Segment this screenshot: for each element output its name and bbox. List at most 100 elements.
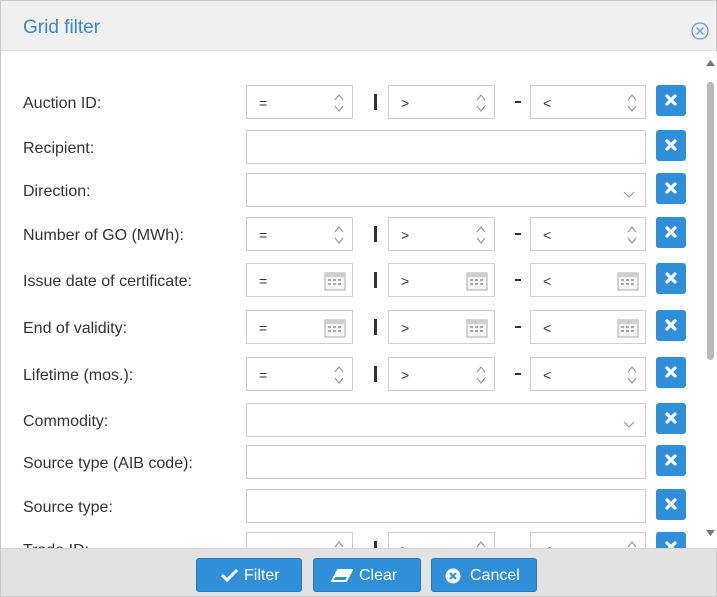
- operator-label: =: [259, 273, 268, 289]
- filter-row-label: Lifetime (mos.):: [23, 367, 134, 384]
- dialog-titlebar: Grid filter: [1, 1, 716, 51]
- filter-less-than-input[interactable]: <: [530, 217, 646, 251]
- operator-label: <: [543, 273, 552, 289]
- grid-filter-dialog: Grid filter Auction ID: = > < Recipient: Dire…: [0, 0, 717, 597]
- filter-text-input[interactable]: [246, 489, 646, 523]
- filter-equals-input[interactable]: =: [246, 263, 353, 297]
- spinner-arrows-icon[interactable]: [627, 364, 637, 386]
- scroll-up-icon[interactable]: [706, 60, 715, 66]
- range-separator-bar: [374, 366, 377, 382]
- filter-row: Direction:: [1, 173, 703, 213]
- chevron-down-icon: [623, 186, 635, 198]
- calendar-icon[interactable]: [617, 271, 639, 291]
- clear-row-button[interactable]: [656, 532, 686, 548]
- spinner-arrows-icon[interactable]: [627, 539, 637, 548]
- filter-equals-input[interactable]: =: [246, 532, 353, 548]
- operator-label: >: [401, 273, 410, 289]
- range-separator-bar: [374, 226, 377, 242]
- filter-equals-input[interactable]: =: [246, 85, 353, 119]
- filter-row-label: Auction ID:: [23, 95, 102, 112]
- cancel-button[interactable]: Cancel: [431, 558, 537, 592]
- filter-row: Auction ID: = > <: [1, 85, 703, 125]
- operator-label: <: [543, 95, 552, 111]
- filter-greater-than-input[interactable]: >: [388, 532, 495, 548]
- operator-label: =: [259, 367, 268, 383]
- filter-greater-than-input[interactable]: >: [388, 310, 495, 344]
- filter-greater-than-input[interactable]: >: [388, 357, 495, 391]
- spinner-arrows-icon[interactable]: [334, 364, 344, 386]
- range-separator-bar: [374, 94, 377, 110]
- range-separator-bar: [374, 319, 377, 335]
- filter-select[interactable]: [246, 173, 646, 207]
- operator-label: >: [401, 367, 410, 383]
- spinner-arrows-icon[interactable]: [334, 224, 344, 246]
- spinner-arrows-icon[interactable]: [476, 92, 486, 114]
- filter-button[interactable]: Filter: [196, 558, 302, 592]
- spinner-arrows-icon[interactable]: [627, 224, 637, 246]
- calendar-icon[interactable]: [324, 271, 346, 291]
- calendar-icon[interactable]: [324, 318, 346, 338]
- operator-label: >: [401, 227, 410, 243]
- range-separator-dash: [515, 373, 521, 375]
- filter-equals-input[interactable]: =: [246, 357, 353, 391]
- range-separator-dash: [515, 101, 521, 103]
- operator-label: <: [543, 367, 552, 383]
- spinner-arrows-icon[interactable]: [334, 539, 344, 548]
- calendar-icon[interactable]: [466, 318, 488, 338]
- close-circle-icon[interactable]: [690, 21, 710, 41]
- vertical-scrollbar[interactable]: [704, 52, 717, 548]
- filter-text-input[interactable]: [246, 445, 646, 479]
- filter-less-than-input[interactable]: <: [530, 357, 646, 391]
- operator-label: >: [401, 320, 410, 336]
- clear-row-button[interactable]: [656, 445, 686, 476]
- filter-row: Source type (AIB code):: [1, 445, 703, 485]
- range-separator-bar: [374, 541, 377, 548]
- filter-row: End of validity: = > <: [1, 310, 703, 350]
- spinner-arrows-icon[interactable]: [334, 92, 344, 114]
- filter-equals-input[interactable]: =: [246, 217, 353, 251]
- range-separator-dash: [515, 326, 521, 328]
- clear-row-button[interactable]: [656, 357, 686, 388]
- clear-row-button[interactable]: [656, 130, 686, 161]
- filter-less-than-input[interactable]: <: [530, 532, 646, 548]
- filter-row-label: Commodity:: [23, 413, 109, 430]
- clear-row-button[interactable]: [656, 403, 686, 434]
- calendar-icon[interactable]: [617, 318, 639, 338]
- filter-less-than-input[interactable]: <: [530, 263, 646, 297]
- clear-button-label: Clear: [359, 567, 398, 584]
- filter-greater-than-input[interactable]: >: [388, 263, 495, 297]
- filter-row: Lifetime (mos.): = > <: [1, 357, 703, 397]
- filter-equals-input[interactable]: =: [246, 310, 353, 344]
- calendar-icon[interactable]: [466, 271, 488, 291]
- clear-row-button[interactable]: [656, 263, 686, 294]
- filter-row-label: Source type:: [23, 499, 113, 516]
- filter-row: Commodity:: [1, 403, 703, 443]
- spinner-arrows-icon[interactable]: [476, 539, 486, 548]
- cancel-circle-icon: [445, 568, 461, 584]
- scroll-down-icon[interactable]: [706, 530, 715, 536]
- filter-greater-than-input[interactable]: >: [388, 217, 495, 251]
- filter-text-input[interactable]: [246, 130, 646, 164]
- spinner-arrows-icon[interactable]: [627, 92, 637, 114]
- spinner-arrows-icon[interactable]: [476, 364, 486, 386]
- operator-label: <: [543, 320, 552, 336]
- filter-select[interactable]: [246, 403, 646, 437]
- clear-row-button[interactable]: [656, 489, 686, 520]
- scrollbar-thumb[interactable]: [707, 82, 714, 360]
- filter-row-label: Recipient:: [23, 140, 95, 157]
- checkmark-icon: [221, 568, 238, 582]
- clear-row-button[interactable]: [656, 173, 686, 204]
- clear-button[interactable]: Clear: [313, 558, 421, 592]
- spinner-arrows-icon[interactable]: [476, 224, 486, 246]
- operator-label: <: [543, 227, 552, 243]
- clear-row-button[interactable]: [656, 310, 686, 341]
- clear-row-button[interactable]: [656, 217, 686, 248]
- filter-less-than-input[interactable]: <: [530, 85, 646, 119]
- clear-row-button[interactable]: [656, 85, 686, 116]
- filter-greater-than-input[interactable]: >: [388, 85, 495, 119]
- range-separator-dash: [515, 233, 521, 235]
- range-separator-dash: [515, 279, 521, 281]
- chevron-down-icon: [623, 416, 635, 428]
- filter-less-than-input[interactable]: <: [530, 310, 646, 344]
- filter-row-label: Number of GO (MWh):: [23, 227, 184, 244]
